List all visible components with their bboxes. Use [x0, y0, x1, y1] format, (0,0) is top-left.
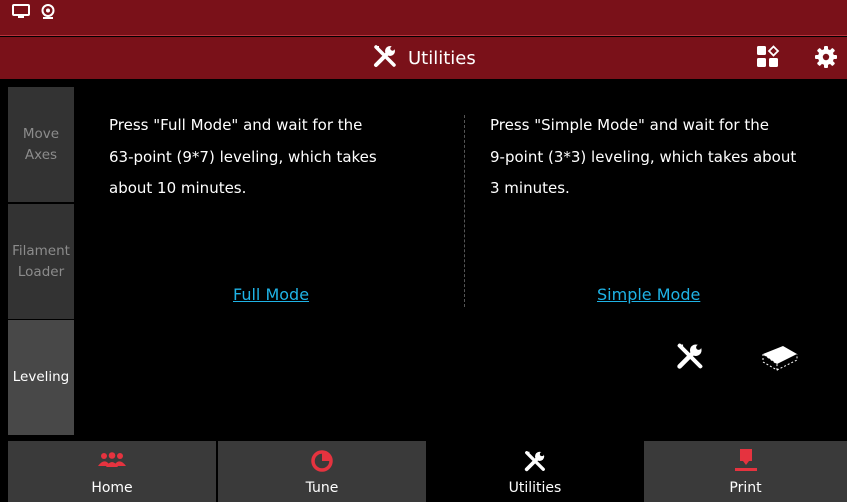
nav-print[interactable]: Print — [644, 441, 847, 502]
page-title: Utilities — [408, 47, 476, 69]
sidebar: Move Axes Filament Loader Leveling — [8, 87, 74, 435]
settings-button[interactable] — [810, 43, 842, 75]
manual-adjust-button[interactable] — [670, 340, 710, 376]
wrench-screwdriver-icon — [523, 449, 547, 473]
wrench-screwdriver-icon — [372, 43, 398, 73]
nav-tune[interactable]: Tune — [218, 441, 426, 502]
simple-mode-line: 9-point (3*3) leveling, which takes abou… — [490, 147, 797, 166]
nav-home[interactable]: Home — [8, 441, 216, 502]
full-mode-line: about 10 minutes. — [109, 179, 247, 197]
full-mode-line: 63-point (9*7) leveling, which takes — [109, 147, 377, 166]
sidebar-item-move-axes[interactable]: Move Axes — [8, 87, 74, 202]
webcam-icon — [40, 4, 56, 20]
wrench-screwdriver-icon — [675, 341, 705, 375]
apps-grid-button[interactable] — [752, 43, 784, 75]
monitor-icon — [12, 4, 30, 20]
nav-label: Print — [729, 480, 762, 496]
simple-mode-description: Press "Simple Mode" and wait for the 9-p… — [490, 110, 796, 205]
apps-grid-icon — [756, 45, 780, 73]
sidebar-item-label: Filament — [12, 242, 70, 259]
sidebar-item-label: Move — [22, 125, 60, 142]
sidebar-item-label: Loader — [17, 263, 65, 280]
panel-divider — [464, 115, 465, 307]
nav-label: Tune — [305, 480, 339, 496]
bed-level-button[interactable] — [759, 340, 799, 376]
pie-icon — [311, 449, 333, 473]
full-mode-description: Press "Full Mode" and wait for the 63-po… — [109, 110, 377, 205]
bed-level-icon — [759, 340, 799, 376]
title-bar: Utilities — [0, 37, 847, 79]
simple-mode-link[interactable]: Simple Mode — [597, 285, 700, 304]
simple-mode-line: 3 minutes. — [490, 179, 570, 197]
sidebar-item-label: Axes — [24, 146, 58, 163]
users-icon — [97, 449, 127, 473]
nav-label: Home — [91, 480, 133, 496]
nav-utilities[interactable]: Utilities — [428, 441, 642, 502]
sidebar-item-leveling[interactable]: Leveling — [8, 320, 74, 435]
sidebar-item-label: Leveling — [12, 369, 70, 385]
gear-icon — [814, 45, 838, 73]
full-mode-line: Press "Full Mode" and wait for the — [109, 116, 363, 134]
sidebar-item-filament-loader[interactable]: Filament Loader — [8, 204, 74, 319]
status-bar — [0, 0, 847, 36]
print-head-icon — [734, 449, 757, 473]
full-mode-link[interactable]: Full Mode — [233, 285, 309, 304]
nav-label: Utilities — [508, 480, 562, 496]
bottom-nav: Home Tune Utilities Print — [8, 441, 847, 502]
simple-mode-line: Press "Simple Mode" and wait for the — [490, 116, 769, 134]
